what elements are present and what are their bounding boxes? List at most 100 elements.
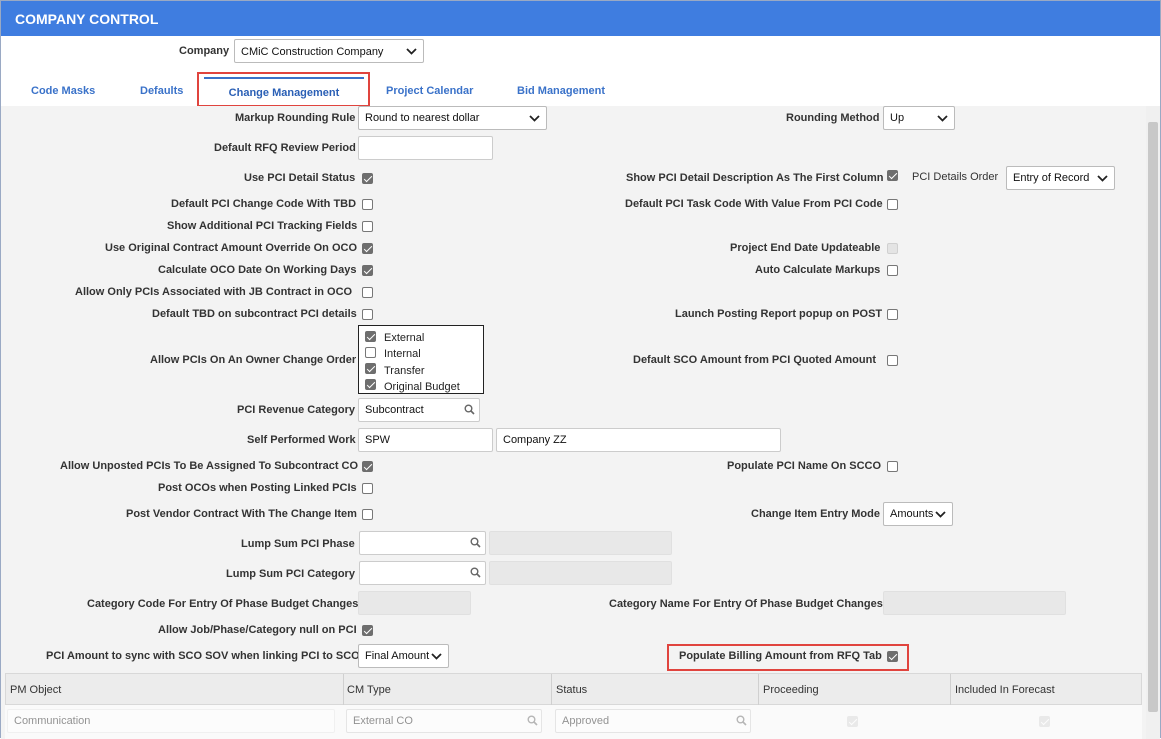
self-performed-work-name-input[interactable]: Company ZZ (496, 428, 781, 452)
change-item-entry-mode-select[interactable]: Amounts (883, 502, 953, 526)
rounding-method-select[interactable]: Up (883, 106, 955, 130)
col-divider (950, 674, 951, 706)
company-label: Company (179, 45, 230, 57)
calc-oco-date-checkbox[interactable] (362, 265, 373, 276)
post-vendor-contract-label: Post Vendor Contract With The Change Ite… (126, 508, 357, 520)
company-control-window: COMPANY CONTROL Company CMiC Constructio… (0, 0, 1161, 739)
pci-revenue-category-input[interactable]: Subcontract (358, 398, 480, 422)
use-original-contract-override-label: Use Original Contract Amount Override On… (105, 242, 358, 254)
option-transfer-label: Transfer (384, 365, 425, 377)
allow-pcis-owner-co-label: Allow PCIs On An Owner Change Order (150, 354, 357, 366)
grid-header: PM Object CM Type Status Proceeding Incl… (5, 673, 1142, 706)
lump-sum-pci-phase-label: Lump Sum PCI Phase (241, 538, 355, 550)
lump-sum-pci-category-label: Lump Sum PCI Category (226, 568, 355, 580)
scrollbar-thumb[interactable] (1148, 122, 1158, 712)
pci-details-order-label: PCI Details Order (912, 171, 999, 183)
category-code-phase-budget-label: Category Code For Entry Of Phase Budget … (87, 598, 359, 610)
change-item-entry-mode-value: Amounts (890, 508, 934, 520)
lump-sum-pci-phase-description (489, 531, 672, 555)
populate-pci-name-scco-label: Populate PCI Name On SCCO (727, 460, 882, 472)
col-included-in-forecast[interactable]: Included In Forecast (955, 684, 1055, 696)
option-original-budget-label: Original Budget (384, 381, 460, 393)
tab-project-calendar[interactable]: Project Calendar (386, 85, 473, 97)
default-sco-amount-checkbox[interactable] (887, 355, 898, 366)
pci-amount-sync-select[interactable]: Final Amount (358, 644, 449, 668)
option-external-checkbox[interactable] (365, 331, 376, 342)
lump-sum-pci-category-description (489, 561, 672, 585)
rounding-method-label: Rounding Method (786, 112, 880, 124)
pci-details-order-value: Entry of Record (1013, 172, 1090, 184)
company-select[interactable]: CMiC Construction Company (234, 39, 424, 63)
tab-code-masks[interactable]: Code Masks (31, 85, 95, 97)
allow-pcis-owner-co-listbox: External Internal Transfer Original Budg… (358, 325, 484, 394)
default-tbd-subcontract-checkbox[interactable] (362, 309, 373, 320)
chevron-down-icon (406, 48, 417, 55)
launch-posting-report-checkbox[interactable] (887, 309, 898, 320)
default-pci-task-code-checkbox[interactable] (887, 199, 898, 210)
show-pci-detail-desc-checkbox[interactable] (887, 170, 898, 181)
change-item-entry-mode-label: Change Item Entry Mode (751, 508, 880, 520)
category-name-phase-budget-input (883, 591, 1066, 615)
calc-oco-date-label: Calculate OCO Date On Working Days (158, 264, 357, 276)
chevron-down-icon (529, 115, 540, 122)
lump-sum-pci-category-input[interactable] (359, 561, 486, 585)
col-cm-type[interactable]: CM Type (347, 684, 391, 696)
allow-unposted-pcis-label: Allow Unposted PCIs To Be Assigned To Su… (60, 460, 359, 472)
use-pci-detail-status-checkbox[interactable] (362, 173, 373, 184)
row-status-input[interactable]: Approved (555, 709, 751, 733)
auto-calc-markups-checkbox[interactable] (887, 265, 898, 276)
row-proceeding-checkbox[interactable] (847, 716, 858, 727)
chevron-down-icon (937, 115, 948, 122)
self-performed-work-code-input[interactable]: SPW (358, 428, 493, 452)
option-internal-checkbox[interactable] (365, 347, 376, 358)
option-transfer-checkbox[interactable] (365, 363, 376, 374)
billing-amount-highlight-box (667, 644, 909, 671)
col-divider (551, 674, 552, 706)
default-rfq-review-period-label: Default RFQ Review Period (214, 142, 356, 154)
lump-sum-pci-phase-input[interactable] (359, 531, 486, 555)
launch-posting-report-label: Launch Posting Report popup on POST (675, 308, 883, 320)
col-proceeding[interactable]: Proceeding (763, 684, 819, 696)
use-pci-detail-status-label: Use PCI Detail Status (244, 172, 356, 184)
show-additional-pci-tracking-checkbox[interactable] (362, 221, 373, 232)
row-pm-object-input[interactable]: Communication (7, 709, 335, 733)
rounding-method-value: Up (890, 112, 905, 124)
pci-amount-sync-value: Final Amount (365, 650, 430, 662)
tab-bid-management[interactable]: Bid Management (517, 85, 605, 97)
allow-job-phase-category-null-checkbox[interactable] (362, 625, 373, 636)
populate-pci-name-scco-checkbox[interactable] (887, 461, 898, 472)
self-performed-work-label: Self Performed Work (247, 434, 356, 446)
pci-details-order-select[interactable]: Entry of Record (1006, 166, 1115, 190)
markup-rounding-rule-select[interactable]: Round to nearest dollar (358, 106, 547, 130)
post-ocos-linked-checkbox[interactable] (362, 483, 373, 494)
search-icon[interactable] (470, 567, 481, 578)
allow-only-pcis-jb-label: Allow Only PCIs Associated with JB Contr… (75, 286, 353, 298)
default-pci-task-code-label: Default PCI Task Code With Value From PC… (625, 198, 883, 210)
search-icon[interactable] (464, 404, 475, 415)
chevron-down-icon (1097, 175, 1108, 182)
post-vendor-contract-checkbox[interactable] (362, 509, 373, 520)
tab-defaults[interactable]: Defaults (140, 85, 183, 97)
project-end-date-updateable-checkbox[interactable] (887, 243, 898, 254)
col-pm-object[interactable]: PM Object (10, 684, 61, 696)
row-included-checkbox[interactable] (1039, 716, 1050, 727)
row-cm-type-input[interactable]: External CO (346, 709, 542, 733)
company-select-value: CMiC Construction Company (241, 46, 384, 58)
default-rfq-review-period-input[interactable] (358, 136, 493, 160)
pci-revenue-category-value: Subcontract (365, 404, 424, 416)
option-original-budget-checkbox[interactable] (365, 379, 376, 390)
auto-calc-markups-label: Auto Calculate Markups (755, 264, 881, 276)
use-original-contract-override-checkbox[interactable] (362, 243, 373, 254)
search-icon[interactable] (470, 537, 481, 548)
window-title: COMPANY CONTROL (1, 1, 1160, 36)
col-status[interactable]: Status (556, 684, 587, 696)
tab-highlight-box (197, 72, 370, 107)
allow-only-pcis-jb-checkbox[interactable] (362, 287, 373, 298)
search-icon[interactable] (527, 715, 538, 726)
option-external-label: External (384, 332, 425, 344)
allow-unposted-pcis-checkbox[interactable] (362, 461, 373, 472)
default-pci-change-code-checkbox[interactable] (362, 199, 373, 210)
chevron-down-icon (431, 653, 442, 660)
search-icon[interactable] (736, 715, 747, 726)
markup-rounding-rule-value: Round to nearest dollar (365, 112, 480, 124)
